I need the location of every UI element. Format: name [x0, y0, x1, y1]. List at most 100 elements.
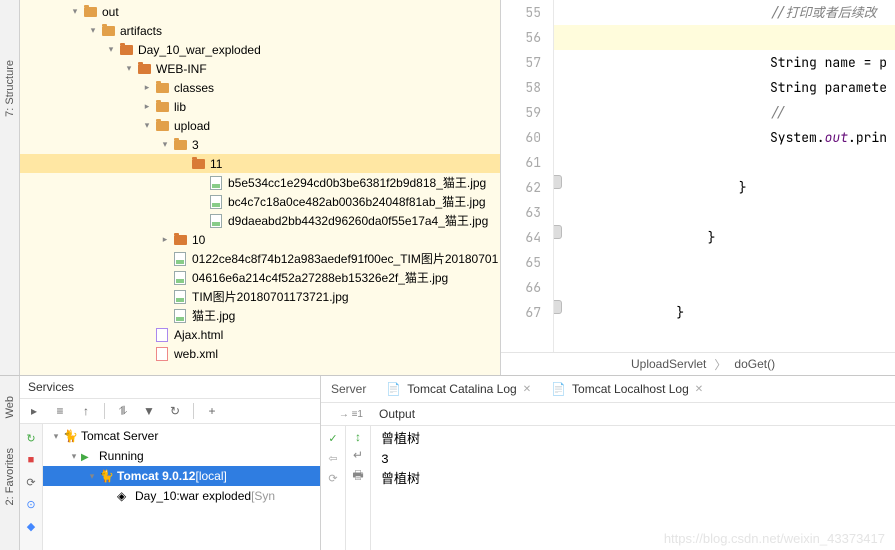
line-number: 63: [501, 200, 541, 225]
line-number: 64: [501, 225, 541, 250]
run-tabs: Server 📄Tomcat Catalina Log✕ 📄Tomcat Loc…: [321, 376, 895, 403]
tree-node[interactable]: lib: [20, 97, 500, 116]
code-lines[interactable]: //打印或者后续改 String name = p String paramet…: [554, 0, 895, 325]
close-icon[interactable]: ✕: [523, 384, 531, 395]
breadcrumb-method[interactable]: doGet(): [734, 357, 775, 371]
tree-node[interactable]: bc4c7c18a0ce482ab0036b24048f81ab_猫王.jpg: [20, 192, 500, 211]
tree-node[interactable]: 0122ce84c8f74b12a983aedef91f00ec_TIM图片20…: [20, 249, 500, 268]
line-number: 57: [501, 50, 541, 75]
output-collapse-icon[interactable]: → ≡1: [321, 409, 369, 420]
tree-node[interactable]: out: [20, 2, 500, 21]
tree-label: upload: [174, 119, 210, 133]
fold-grip-icon[interactable]: [554, 225, 562, 239]
tree-label: Ajax.html: [174, 328, 223, 342]
tree-label: 10: [192, 233, 205, 247]
expand-icon[interactable]: [140, 82, 154, 93]
artifact-icon: ◈: [117, 489, 131, 503]
line-number: 62: [501, 175, 541, 200]
tomcat-icon: 🐈: [99, 469, 113, 483]
tab-localhost-log[interactable]: 📄Tomcat Localhost Log✕: [541, 376, 713, 402]
debug-icon[interactable]: ◆: [23, 518, 39, 534]
breadcrumb[interactable]: UploadServlet 〉 doGet(): [501, 352, 895, 375]
stop-icon[interactable]: ■: [23, 452, 39, 468]
tree-label: WEB-INF: [156, 62, 207, 76]
update-icon[interactable]: ⟳: [325, 470, 341, 486]
tree-label: b5e534cc1e294cd0b3be6381f2b9d818_猫王.jpg: [228, 174, 486, 191]
line-gutter: 55565758596061626364656667: [501, 0, 554, 352]
favorites-tab[interactable]: 2: Favorites: [4, 448, 16, 505]
left-tool-strip: 7: Structure: [0, 0, 20, 375]
redeploy-icon[interactable]: ⇦: [325, 450, 341, 466]
expand-icon[interactable]: [86, 25, 100, 36]
tree-node[interactable]: artifacts: [20, 21, 500, 40]
expand-icon[interactable]: [158, 234, 172, 245]
line-number: 55: [501, 0, 541, 25]
expand-icon[interactable]: [122, 63, 136, 74]
scroll-icon[interactable]: ↕: [355, 430, 361, 444]
toolbar-up-icon[interactable]: ↑: [78, 403, 94, 419]
service-node[interactable]: ◈Day_10:war exploded [Syn: [43, 486, 320, 506]
expand-icon[interactable]: [140, 120, 154, 131]
output-label: Output: [369, 407, 415, 421]
expand-icon[interactable]: [68, 6, 82, 17]
console-output[interactable]: 曾植树3曾植树: [371, 426, 895, 550]
tree-node[interactable]: web.xml: [20, 344, 500, 363]
output-line: 曾植树: [381, 430, 885, 450]
line-number: 61: [501, 150, 541, 175]
running-icon: [81, 449, 95, 463]
tree-node[interactable]: Day_10_war_exploded: [20, 40, 500, 59]
tree-node[interactable]: classes: [20, 78, 500, 97]
tree-label: artifacts: [120, 24, 162, 38]
tree-node[interactable]: b5e534cc1e294cd0b3be6381f2b9d818_猫王.jpg: [20, 173, 500, 192]
tab-catalina-log[interactable]: 📄Tomcat Catalina Log✕: [376, 376, 541, 402]
tree-node[interactable]: upload: [20, 116, 500, 135]
tree-node[interactable]: 3: [20, 135, 500, 154]
toolbar-add-icon[interactable]: +: [204, 403, 220, 419]
tree-node[interactable]: 10: [20, 230, 500, 249]
expand-icon[interactable]: [104, 44, 118, 55]
expand-icon[interactable]: [67, 451, 81, 462]
service-node[interactable]: 🐈Tomcat Server: [43, 426, 320, 446]
check-icon[interactable]: ✓: [325, 430, 341, 446]
tree-node[interactable]: Ajax.html: [20, 325, 500, 344]
tree-node[interactable]: 猫王.jpg: [20, 306, 500, 325]
close-icon[interactable]: ✕: [695, 384, 703, 395]
tree-node[interactable]: d9daeabd2bb4432d96260da0f55e17a4_猫王.jpg: [20, 211, 500, 230]
run-panel: Server 📄Tomcat Catalina Log✕ 📄Tomcat Loc…: [320, 376, 895, 550]
toolbar-refresh-icon[interactable]: ↻: [167, 403, 183, 419]
line-number: 66: [501, 275, 541, 300]
service-node[interactable]: 🐈Tomcat 9.0.12 [local]: [43, 466, 320, 486]
pin-icon[interactable]: ⟳: [23, 474, 39, 490]
rerun-icon[interactable]: ↻: [23, 430, 39, 446]
wrap-icon[interactable]: ↵: [353, 448, 363, 462]
tree-label: 04616e6a214c4f52a27288eb15326e2f_猫王.jpg: [192, 269, 448, 286]
tree-node[interactable]: WEB-INF: [20, 59, 500, 78]
fold-grip-icon[interactable]: [554, 300, 562, 314]
tree-node[interactable]: TIM图片20180701173721.jpg: [20, 287, 500, 306]
toolbar-run-icon[interactable]: ▸: [26, 403, 42, 419]
breadcrumb-class[interactable]: UploadServlet: [631, 357, 706, 371]
service-node[interactable]: Running: [43, 446, 320, 466]
fold-grip-icon[interactable]: [554, 175, 562, 189]
toolbar-filter-icon[interactable]: ▼: [141, 403, 157, 419]
tree-node[interactable]: 11: [20, 154, 500, 173]
line-number: 67: [501, 300, 541, 325]
line-number: 59: [501, 100, 541, 125]
tree-label: out: [102, 5, 119, 19]
tree-label: web.xml: [174, 347, 218, 361]
structure-tab[interactable]: 7: Structure: [4, 60, 16, 117]
tree-label: 3: [192, 138, 199, 152]
toolbar-flat-icon[interactable]: ≡: [52, 403, 68, 419]
tree-node[interactable]: 04616e6a214c4f52a27288eb15326e2f_猫王.jpg: [20, 268, 500, 287]
tree-label: Day_10_war_exploded: [138, 43, 261, 57]
browser-icon[interactable]: ⊙: [23, 496, 39, 512]
expand-icon[interactable]: [49, 431, 63, 442]
toolbar-sort-icon[interactable]: ⥮: [115, 403, 131, 419]
expand-icon[interactable]: [85, 471, 99, 482]
expand-icon[interactable]: [158, 139, 172, 150]
print-icon[interactable]: 🖶: [352, 466, 363, 487]
web-tab[interactable]: Web: [4, 396, 16, 418]
output-line: 曾植树: [381, 470, 885, 490]
expand-icon[interactable]: [140, 101, 154, 112]
tab-server[interactable]: Server: [321, 376, 376, 402]
